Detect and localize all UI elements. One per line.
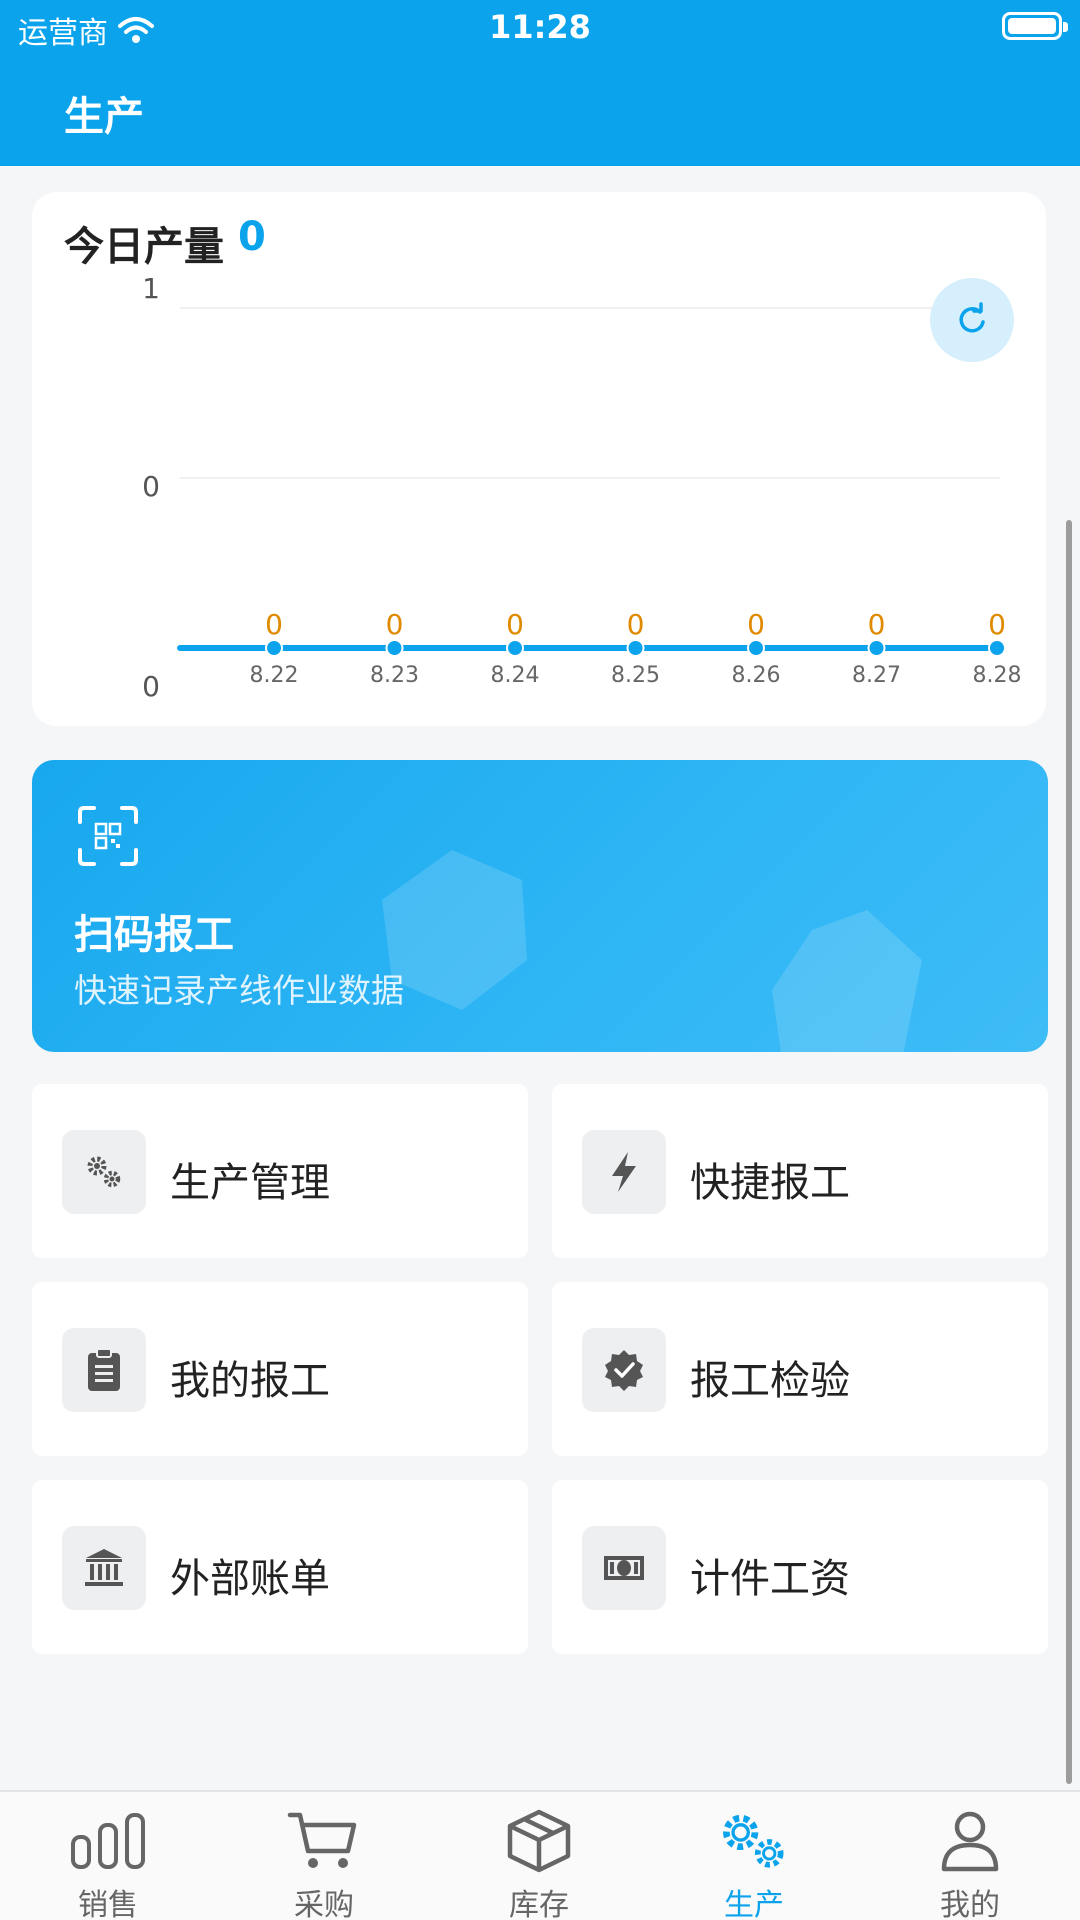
tile-production-management[interactable]: 生产管理 [32,1084,528,1258]
header: 运营商 11:28 生产 [0,0,1080,166]
page-title: 生产 [64,94,144,140]
nav-label: 库存 [509,1888,569,1920]
tile-label: 外部账单 [170,1556,330,1602]
refresh-button[interactable] [930,278,1014,362]
x-tick-label: 8.24 [491,663,540,688]
nav-item-mine[interactable]: 我的 [900,1806,1040,1920]
user-icon [941,1811,999,1872]
bolt-icon [582,1130,666,1214]
nav-label: 生产 [724,1888,784,1920]
decorative-hexagon [772,910,922,1052]
bar-chart-icon [71,1813,145,1869]
status-time: 11:28 [489,8,591,46]
cart-icon [287,1812,357,1868]
tile-my-reports[interactable]: 我的报工 [32,1282,528,1456]
app-root: 运营商 11:28 生产 1 0 0 0 8.22 0 8.23 0 8.24 0 8.25 0 8.2… [0,0,1080,1920]
data-label: 0 [747,608,765,641]
data-point [867,639,886,657]
x-tick-label: 8.26 [732,663,781,688]
today-output: 今日产量 0 [64,214,266,272]
bank-icon [62,1526,146,1610]
y-tick-label: 0 [142,670,160,703]
scan-report-banner[interactable]: 扫码报工 快速记录产线作业数据 [32,760,1048,1052]
nav-label: 销售 [78,1888,138,1920]
refresh-icon [959,302,985,333]
data-point [626,639,645,657]
bottom-nav: 销售 采购 库存 生产 我的 [0,1790,1080,1920]
data-point [385,639,404,657]
clipboard-icon [62,1328,146,1412]
data-label: 0 [627,608,645,641]
production-chart-card: 1 0 0 0 8.22 0 8.23 0 8.24 0 8.25 0 8.26 0 8.27 0 8.28 今… [32,192,1046,726]
production-chart: 1 0 0 0 8.22 0 8.23 0 8.24 0 8.25 0 8.26 0 8.27 0 8.28 [142,272,1022,703]
tile-report-inspection[interactable]: 报工检验 [552,1282,1048,1456]
qr-scan-icon [78,806,138,866]
today-output-label: 今日产量 [64,224,224,270]
scan-report-subtitle: 快速记录产线作业数据 [74,971,404,1010]
data-point [988,639,1006,657]
x-tick-label: 8.22 [250,663,299,688]
nav-item-purchase[interactable]: 采购 [254,1806,394,1920]
data-label: 0 [506,608,524,641]
x-tick-label: 8.25 [611,663,660,688]
gears-icon [62,1130,146,1214]
scrollbar[interactable] [1066,520,1072,1784]
nav-label: 我的 [940,1888,1000,1920]
tile-external-bills[interactable]: 外部账单 [32,1480,528,1654]
data-label: 0 [265,608,283,641]
tile-label: 生产管理 [170,1160,330,1206]
data-label: 0 [868,608,886,641]
today-output-value: 0 [238,214,266,260]
tile-label: 我的报工 [170,1358,330,1404]
tile-label: 快捷报工 [690,1160,850,1206]
tile-piecework-wages[interactable]: 计件工资 [552,1480,1048,1654]
nav-item-inventory[interactable]: 库存 [469,1806,609,1920]
x-tick-label: 8.27 [852,663,901,688]
box-icon [507,1809,571,1873]
tile-quick-report[interactable]: 快捷报工 [552,1084,1048,1258]
scan-report-title: 扫码报工 [74,912,234,958]
x-tick-label: 8.28 [973,663,1022,688]
nav-label: 采购 [294,1888,354,1920]
status-bar: 运营商 11:28 [0,0,1080,56]
check-badge-icon [582,1328,666,1412]
nav-item-sales[interactable]: 销售 [38,1806,178,1920]
y-tick-label: 0 [142,470,160,503]
data-label: 0 [386,608,404,641]
gears-icon [723,1814,784,1868]
nav-item-production[interactable]: 生产 [684,1806,824,1920]
decorative-hexagon [382,850,527,1010]
data-point [506,639,524,657]
x-tick-label: 8.23 [370,663,419,688]
data-label: 0 [988,608,1006,641]
tile-label: 报工检验 [690,1358,850,1404]
tile-label: 计件工资 [690,1556,850,1602]
battery-icon [1002,12,1068,40]
money-icon [582,1526,666,1610]
data-point [747,639,765,657]
y-tick-label: 1 [142,272,160,305]
data-point [265,639,283,657]
